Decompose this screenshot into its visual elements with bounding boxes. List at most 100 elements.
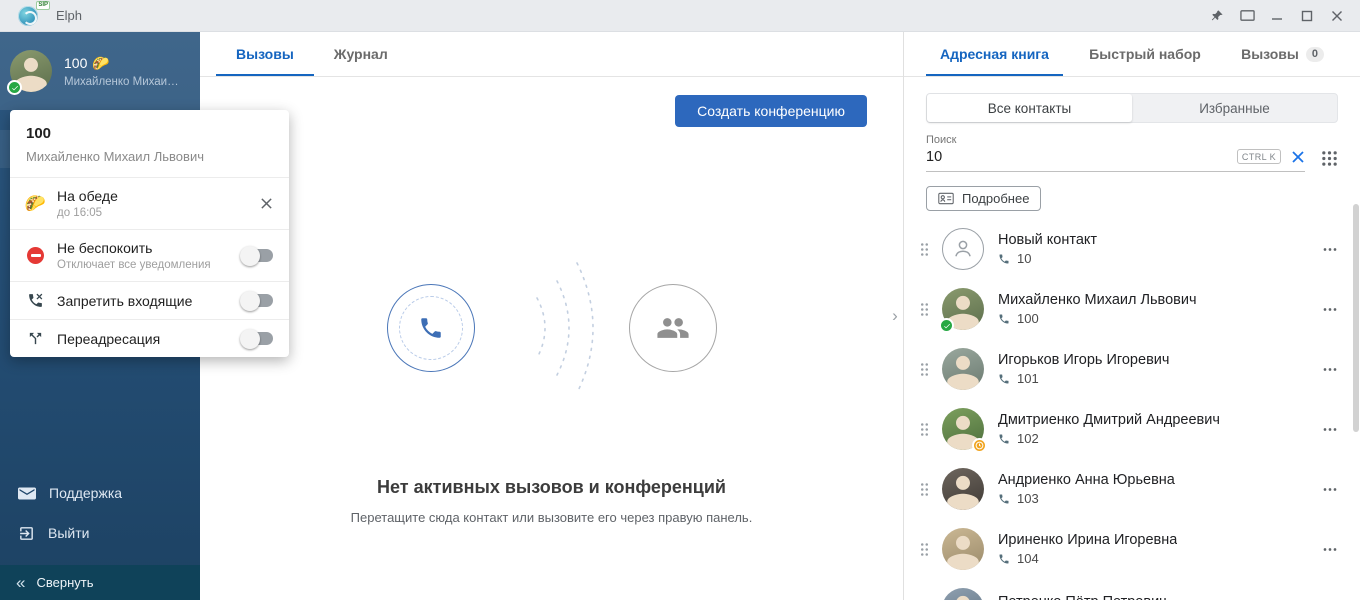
contact-row[interactable]: Андриенко Анна Юрьевна 103: [904, 459, 1360, 519]
phone-icon: [998, 373, 1010, 385]
empty-state-subtitle: Перетащите сюда контакт или вызовите его…: [200, 510, 903, 525]
tab-speed-dial[interactable]: Быстрый набор: [1075, 32, 1215, 76]
window-controls: [1202, 3, 1352, 29]
contact-avatar: [942, 348, 984, 390]
block-incoming-row[interactable]: Запретить входящие: [10, 282, 289, 320]
tab-calls[interactable]: Вызовы: [216, 32, 314, 76]
conference-circle: [629, 284, 717, 372]
status-until: до 16:05: [57, 207, 118, 219]
people-icon: [656, 311, 690, 345]
block-incoming-icon: [26, 292, 45, 309]
contact-row[interactable]: Петренко Пётр Петрович: [904, 579, 1360, 600]
block-incoming-toggle[interactable]: [243, 294, 273, 307]
empty-state-title: Нет активных вызовов и конференций: [200, 477, 903, 498]
maximize-button[interactable]: [1292, 3, 1322, 29]
clear-search-button[interactable]: [1291, 150, 1305, 164]
forwarding-row[interactable]: Переадресация: [10, 320, 289, 357]
sidebar-footer: Поддержка Выйти: [0, 473, 200, 553]
pin-icon[interactable]: [1202, 3, 1232, 29]
contact-name: Михайленко Михаил Львович: [998, 292, 1197, 308]
contact-row[interactable]: Михайленко Михаил Львович 100: [904, 279, 1360, 339]
contact-menu-button[interactable]: [1316, 241, 1344, 258]
forwarding-icon: [26, 330, 45, 347]
contact-name: Игорьков Игорь Игоревич: [998, 352, 1169, 368]
user-extension: 100: [64, 55, 87, 71]
contact-menu-button[interactable]: [1316, 301, 1344, 318]
tab-address-book[interactable]: Адресная книга: [926, 32, 1063, 76]
collapse-right-panel-handle[interactable]: ›: [888, 302, 902, 330]
contact-row[interactable]: Игорьков Игорь Игоревич 101: [904, 339, 1360, 399]
contact-row[interactable]: Ириненко Ирина Игоревна 104: [904, 519, 1360, 579]
dnd-row[interactable]: Не беспокоить Отключает все уведомления: [10, 230, 289, 282]
close-button[interactable]: [1322, 3, 1352, 29]
right-panel: Адресная книга Быстрый набор Вызовы 0 Вс…: [904, 32, 1360, 600]
tab-journal[interactable]: Журнал: [314, 32, 408, 76]
empty-state-graphic: [200, 243, 903, 413]
contact-avatar: [942, 408, 984, 450]
phone-icon: [998, 553, 1010, 565]
contact-name: Дмитриенко Дмитрий Андреевич: [998, 412, 1220, 428]
search-input[interactable]: [926, 149, 1153, 165]
create-conference-button[interactable]: Создать конференцию: [675, 95, 867, 127]
phone-icon: [998, 493, 1010, 505]
contact-number: 103: [1017, 491, 1039, 506]
contact-avatar: [942, 468, 984, 510]
contact-name: Ириненко Ирина Игоревна: [998, 532, 1177, 548]
contact-row[interactable]: Новый контакт 10: [904, 219, 1360, 279]
titlebar: SIP Elph: [0, 0, 1360, 32]
drag-handle-icon[interactable]: [920, 242, 929, 257]
sip-badge: SIP: [36, 1, 50, 10]
drag-handle-icon[interactable]: [920, 362, 929, 377]
collapse-sidebar-button[interactable]: « Свернуть: [0, 565, 200, 600]
popup-full-name: Михайленко Михаил Львович: [26, 149, 273, 164]
forwarding-toggle[interactable]: [243, 332, 273, 345]
contact-number: 10: [1017, 251, 1031, 266]
dialpad-grid-icon[interactable]: [1321, 150, 1338, 167]
user-name: Михайленко Михаи…: [64, 76, 179, 88]
drag-handle-icon[interactable]: [920, 482, 929, 497]
contact-name: Петренко Пётр Петрович: [998, 594, 1167, 600]
dnd-icon: [27, 247, 44, 264]
main-area: Вызовы Журнал Создать конференцию: [200, 32, 904, 600]
filter-all-contacts[interactable]: Все контакты: [927, 94, 1132, 122]
dnd-label: Не беспокоить: [57, 240, 211, 256]
contact-menu-button[interactable]: [1316, 541, 1344, 558]
drag-handle-icon[interactable]: [920, 542, 929, 557]
scrollbar-thumb[interactable]: [1353, 204, 1359, 432]
logout-icon: [18, 525, 35, 542]
contact-menu-button[interactable]: [1316, 361, 1344, 378]
block-incoming-label: Запретить входящие: [57, 293, 192, 309]
presence-away-icon: [972, 438, 987, 453]
phone-icon: [998, 253, 1010, 265]
contact-menu-button[interactable]: [1316, 421, 1344, 438]
contact-name: Андриенко Анна Юрьевна: [998, 472, 1175, 488]
app-window: SIP Elph: [0, 0, 1360, 600]
contact-card-icon: [938, 192, 954, 205]
contact-avatar-placeholder: [942, 228, 984, 270]
contacts-filter: Все контакты Избранные: [926, 93, 1338, 123]
drag-handle-icon[interactable]: [920, 302, 929, 317]
search-field: Поиск CTRL K: [926, 134, 1305, 172]
logout-button[interactable]: Выйти: [0, 513, 200, 553]
contact-avatar: [942, 588, 984, 600]
minimize-button[interactable]: [1262, 3, 1292, 29]
contact-menu-button[interactable]: [1316, 481, 1344, 498]
contact-avatar: [942, 528, 984, 570]
contact-name: Новый контакт: [998, 232, 1097, 248]
contact-row[interactable]: Дмитриенко Дмитрий Андреевич 102: [904, 399, 1360, 459]
clear-status-button[interactable]: [260, 197, 273, 210]
user-status-emoji: 🌮: [92, 55, 109, 72]
filter-favorites[interactable]: Избранные: [1132, 94, 1337, 122]
tab-calls-right[interactable]: Вызовы 0: [1227, 32, 1338, 76]
app-title: Elph: [56, 8, 82, 23]
dnd-toggle[interactable]: [243, 249, 273, 262]
presence-available-icon: [939, 318, 954, 333]
drag-handle-icon[interactable]: [920, 422, 929, 437]
support-button[interactable]: Поддержка: [0, 473, 200, 513]
current-status-row[interactable]: 🌮 На обеде до 16:05: [10, 178, 289, 230]
user-avatar: [10, 50, 52, 92]
details-button[interactable]: Подробнее: [926, 186, 1041, 211]
contact-number: 102: [1017, 431, 1039, 446]
screenshot-icon[interactable]: [1232, 3, 1262, 29]
profile-menu-trigger[interactable]: 100 🌮 Михайленко Михаи…: [0, 32, 200, 110]
